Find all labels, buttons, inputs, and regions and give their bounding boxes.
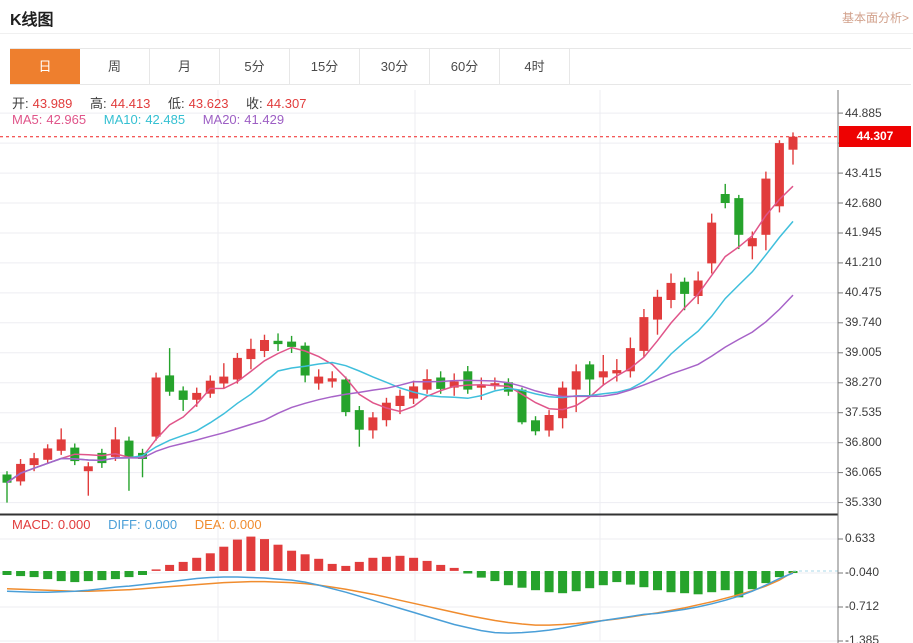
ma10-label: MA10: (104, 112, 142, 127)
y-axis-label: 41.945 (845, 225, 882, 240)
ma20-label: MA20: (203, 112, 241, 127)
ma5-label: MA5: (12, 112, 42, 127)
current-price-badge: 44.307 (839, 126, 911, 147)
y-axis-label: 36.800 (845, 435, 882, 450)
ma-legend: MA5: 42.965 MA10:42.485 MA20:41.429 (12, 112, 298, 127)
y-axis-label: -1.385 (845, 633, 879, 643)
y-axis-label: 35.330 (845, 495, 882, 510)
y-axis-label: 0.633 (845, 531, 875, 546)
y-axis-label: 36.065 (845, 465, 882, 480)
open-label: 开: (12, 96, 29, 111)
y-axis-label: 44.885 (845, 106, 882, 121)
y-axis-label: 43.415 (845, 166, 882, 181)
y-axis-label: 37.535 (845, 405, 882, 420)
dea-label: DEA: (195, 517, 225, 532)
diff-label: DIFF: (108, 517, 141, 532)
low-label: 低: (168, 96, 185, 111)
ma5-value: 42.965 (46, 112, 86, 127)
open-value: 43.989 (33, 96, 73, 111)
y-axis-label: 40.475 (845, 285, 882, 300)
close-label: 收: (246, 96, 263, 111)
dea-value: 0.000 (229, 517, 262, 532)
y-axis-label: 42.680 (845, 196, 882, 211)
y-axis-label: 39.740 (845, 315, 882, 330)
macd-value: 0.000 (58, 517, 91, 532)
low-value: 43.623 (189, 96, 229, 111)
close-value: 44.307 (267, 96, 307, 111)
y-axis-label: 38.270 (845, 375, 882, 390)
y-axis-label: 39.005 (845, 345, 882, 360)
ohlc-legend: 开: 43.989 高: 44.413 低: 43.623 收: 44.307 (12, 93, 320, 112)
kline-page: K线图 基本面分析> 日 周 月 5分 15分 30分 60分 4时 开:43.… (0, 0, 913, 643)
high-value: 44.413 (111, 96, 151, 111)
ma20-value: 41.429 (244, 112, 284, 127)
macd-legend: MACD: 0.000 DIFF: 0.000 DEA: 0.000 (12, 517, 276, 532)
y-axis-label: 41.210 (845, 255, 882, 270)
diff-value: 0.000 (145, 517, 178, 532)
y-axis-label: -0.040 (845, 565, 879, 580)
high-label: 高: (90, 96, 107, 111)
y-axis-label: -0.712 (845, 599, 879, 614)
ma10-value: 42.485 (145, 112, 185, 127)
macd-label: MACD: (12, 517, 54, 532)
